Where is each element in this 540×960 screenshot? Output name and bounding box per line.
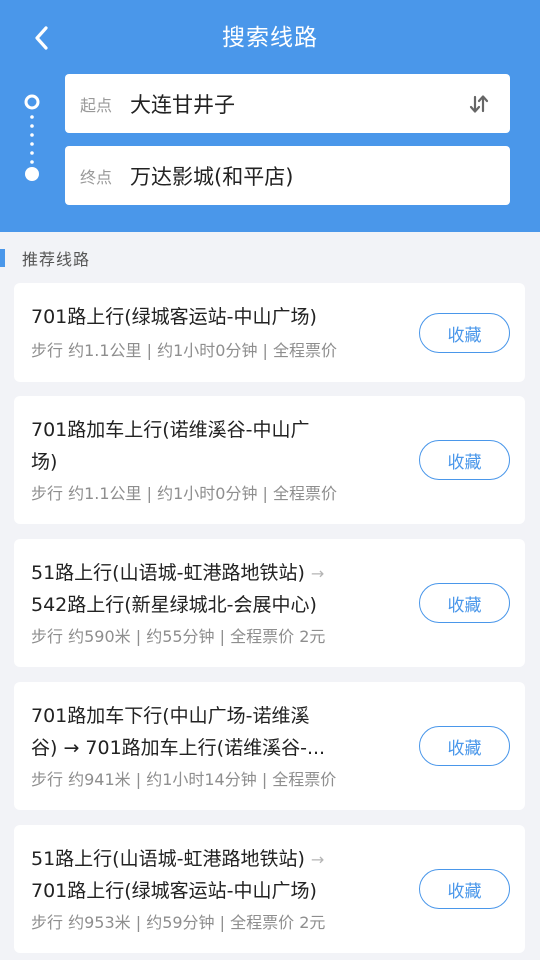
route-transfer-arrow: → <box>310 850 325 869</box>
section-accent-bar <box>0 249 5 267</box>
route-title-line2: 542路上行(新星绿城北-会展中心) <box>31 594 317 616</box>
end-label: 终点 <box>80 167 113 187</box>
end-field[interactable]: 终点 万达影城(和平店) <box>65 146 510 205</box>
route-card[interactable]: 701路加车下行(中山广场-诺维溪 谷) → 701路加车上行(诺维溪谷-...… <box>14 682 525 810</box>
route-title-text: 51路上行(山语城-虹港路地铁站) <box>31 562 305 584</box>
route-card[interactable]: 51路上行(山语城-虹港路地铁站) → 701路上行(绿城客运站-中山广场) 步… <box>14 825 525 953</box>
route-title-line1: 701路上行(绿城客运站-中山广场) <box>31 306 317 328</box>
section-title: 推荐线路 <box>22 250 91 269</box>
route-title-line1: 701路加车下行(中山广场-诺维溪 <box>31 705 310 727</box>
route-title-line1: 701路加车上行(诺维溪谷-中山广 <box>31 419 310 441</box>
route-title-line2: 谷) → 701路加车上行(诺维溪谷-... <box>31 737 326 759</box>
section-header: 推荐线路 <box>0 244 90 272</box>
start-label: 起点 <box>80 95 113 115</box>
start-value[interactable]: 大连甘井子 <box>130 89 464 119</box>
route-title-line2: 701路上行(绿城客运站-中山广场) <box>31 880 317 902</box>
swap-vertical-icon <box>469 94 489 113</box>
favorite-button[interactable]: 收藏 <box>419 726 510 766</box>
route-dots-icon <box>24 94 40 181</box>
start-field[interactable]: 起点 大连甘井子 <box>65 74 510 133</box>
page-title: 搜索线路 <box>222 25 318 51</box>
favorite-button[interactable]: 收藏 <box>419 869 510 909</box>
route-title-line2: 场) <box>31 451 58 473</box>
favorite-button[interactable]: 收藏 <box>419 583 510 623</box>
route-title-text: 51路上行(山语城-虹港路地铁站) <box>31 848 305 870</box>
route-summary: 步行 约941米 | 约1小时14分钟 | 全程票价 <box>31 770 337 789</box>
route-title-line1: 51路上行(山语城-虹港路地铁站) → <box>31 843 416 876</box>
route-card[interactable]: 701路加车上行(诺维溪谷-中山广 场) 步行 约1.1公里 | 约1小时0分钟… <box>14 396 525 524</box>
swap-button[interactable] <box>464 89 494 119</box>
end-value[interactable]: 万达影城(和平店) <box>130 161 510 191</box>
favorite-button[interactable]: 收藏 <box>419 440 510 480</box>
route-summary: 步行 约1.1公里 | 约1小时0分钟 | 全程票价 <box>31 341 338 360</box>
favorite-button[interactable]: 收藏 <box>419 313 510 353</box>
route-transfer-arrow: → <box>310 564 325 583</box>
header-bar: 搜索线路 起点 大连甘井子 终点 万达影城(和平店) <box>0 0 540 232</box>
route-summary: 步行 约1.1公里 | 约1小时0分钟 | 全程票价 <box>31 484 338 503</box>
route-summary: 步行 约953米 | 约59分钟 | 全程票价 2元 <box>31 913 326 932</box>
route-card[interactable]: 51路上行(山语城-虹港路地铁站) → 542路上行(新星绿城北-会展中心) 步… <box>14 539 525 667</box>
route-card[interactable]: 701路上行(绿城客运站-中山广场) 步行 约1.1公里 | 约1小时0分钟 |… <box>14 283 525 382</box>
route-title-line1: 51路上行(山语城-虹港路地铁站) → <box>31 557 416 590</box>
route-summary: 步行 约590米 | 约55分钟 | 全程票价 2元 <box>31 627 326 646</box>
